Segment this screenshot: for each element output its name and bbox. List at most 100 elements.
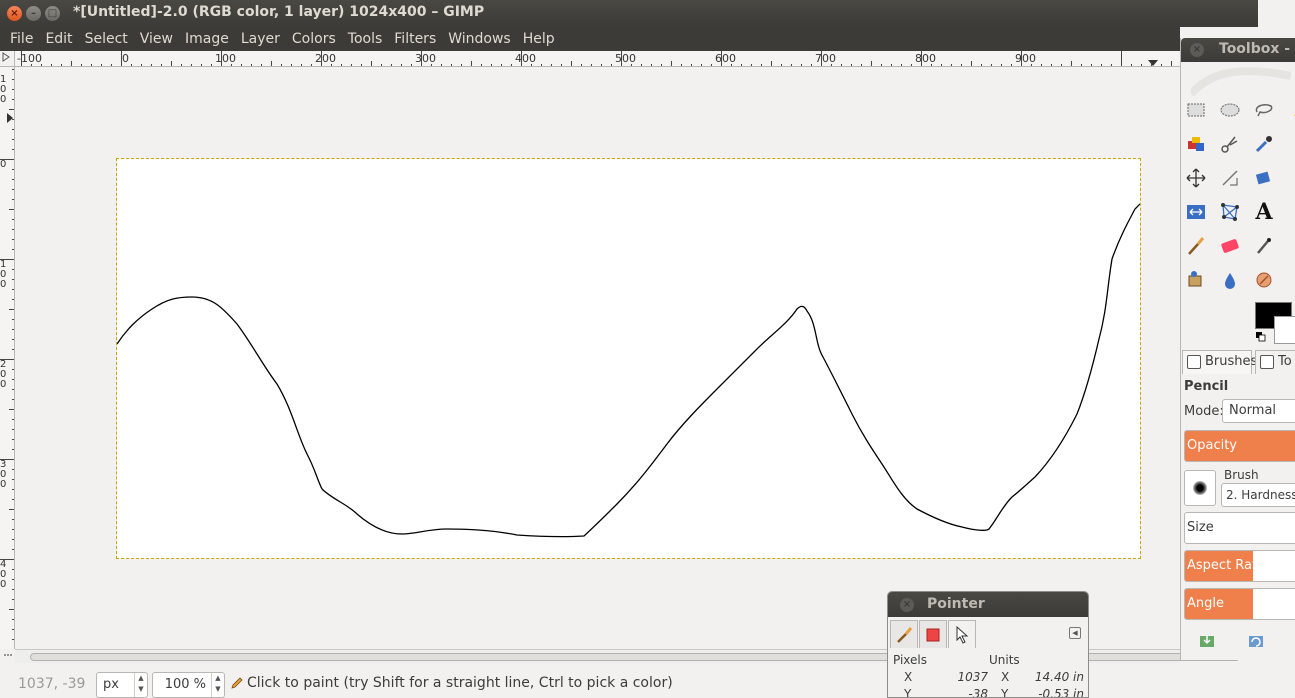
ruler-tick (12, 89, 14, 90)
image-canvas[interactable] (116, 158, 1141, 559)
ruler-tick (12, 599, 14, 600)
airbrush-icon[interactable] (1252, 234, 1276, 258)
gimp-window: × – □ *[Untitled]-2.0 (RGB color, 1 laye… (0, 0, 1295, 698)
ruler-tick (12, 349, 14, 350)
menu-layer[interactable]: Layer (235, 31, 286, 47)
menu-windows[interactable]: Windows (442, 31, 517, 47)
brush-name-field[interactable]: 2. Hardness 0 (1221, 483, 1295, 507)
ruler-tick (1021, 51, 1022, 66)
zoom-selector[interactable]: 100 % ▲ ▼ (152, 672, 225, 698)
minimize-window-button[interactable]: – (26, 6, 41, 21)
ruler-tick (12, 119, 14, 120)
menu-filters[interactable]: Filters (388, 31, 442, 47)
ruler-tick (12, 619, 14, 620)
tool-name: Pencil (1184, 379, 1229, 394)
opacity-slider[interactable]: Opacity (1184, 430, 1295, 462)
text-tool-icon[interactable]: A (1252, 199, 1276, 225)
unified-transform-icon[interactable] (1286, 200, 1295, 224)
unit-arrows[interactable]: ▲ ▼ (134, 673, 147, 697)
brush-dot-icon (1193, 481, 1207, 495)
ruler-tick (0, 159, 14, 160)
unit-selector[interactable]: px ▲ ▼ (96, 672, 148, 698)
clone-icon[interactable] (1286, 234, 1295, 258)
menu-bar: File Edit Select View Image Layer Colors… (0, 27, 1180, 51)
bucket-fill-icon[interactable] (1184, 268, 1208, 292)
toolbox-close-button[interactable]: × (1190, 43, 1204, 57)
menu-colors[interactable]: Colors (286, 31, 342, 47)
ruler-label: 0 (122, 52, 129, 65)
menu-select[interactable]: Select (79, 31, 134, 47)
menu-help[interactable]: Help (517, 31, 561, 47)
angle-slider[interactable]: Angle (1184, 588, 1295, 620)
zoom-icon[interactable] (1286, 132, 1295, 156)
tab-record[interactable] (919, 620, 947, 648)
zoom-arrows[interactable]: ▲ ▼ (211, 673, 224, 697)
menu-image[interactable]: Image (179, 31, 235, 47)
ruler-tick (0, 359, 14, 360)
eraser-icon[interactable] (1218, 234, 1242, 258)
rect-select-icon[interactable] (1184, 98, 1208, 122)
ellipse-select-icon[interactable] (1218, 98, 1242, 122)
paintbrush-icon (897, 626, 913, 643)
units-x-label: X (1001, 670, 1010, 684)
horizontal-ruler[interactable]: -100 0 100 200 300 400 500 600 700 800 9… (15, 51, 1180, 67)
crop-icon[interactable] (1286, 166, 1295, 190)
brush-preview[interactable] (1184, 470, 1216, 506)
tab-pointer[interactable] (948, 620, 976, 648)
menu-file[interactable]: File (4, 31, 39, 47)
ruler-tick (12, 439, 14, 440)
fuzzy-select-icon[interactable] (1286, 98, 1295, 122)
menu-tools[interactable]: Tools (342, 31, 389, 47)
ruler-tick (12, 549, 14, 550)
transform-icon[interactable] (1252, 166, 1276, 190)
canvas-area[interactable] (16, 67, 1180, 649)
cage-transform-icon[interactable] (1218, 200, 1242, 224)
menu-view[interactable]: View (134, 31, 179, 47)
smudge-icon[interactable] (1252, 268, 1276, 292)
units-x-value: 14.40 in (1034, 670, 1084, 684)
ruler-tick (12, 429, 14, 430)
paintbrush-icon[interactable] (1184, 234, 1208, 258)
tab-brushes[interactable]: Brushes (1182, 350, 1257, 374)
ruler-label: 100 (215, 52, 236, 65)
dodge-icon[interactable] (1286, 268, 1295, 292)
ruler-tick (12, 539, 14, 540)
align-icon[interactable] (1218, 166, 1242, 190)
blur-icon[interactable] (1218, 268, 1242, 292)
scissors-icon[interactable] (1218, 132, 1242, 156)
color-picker-icon[interactable] (1252, 132, 1276, 156)
vertical-ruler[interactable]: 1 0 0 0 1 0 0 2 0 0 3 0 0 4 0 0 (0, 67, 15, 649)
mode-select[interactable]: Normal (1222, 399, 1295, 423)
ruler-tick (9, 209, 14, 210)
navigate-button[interactable] (1, 649, 15, 663)
menu-edit[interactable]: Edit (39, 31, 78, 47)
ruler-tick (12, 269, 14, 270)
ruler-marker-icon (1148, 60, 1158, 66)
tab-tool-options-label: To (1278, 354, 1292, 369)
pointer-close-button[interactable]: × (900, 598, 914, 612)
move-icon[interactable] (1184, 166, 1208, 190)
restore-options-icon[interactable] (1247, 633, 1265, 649)
maximize-window-button[interactable]: □ (45, 6, 60, 21)
ruler-label: 300 (415, 52, 436, 65)
pointer-menu-button[interactable]: ◀ (1069, 627, 1081, 639)
ruler-tick (12, 129, 14, 130)
size-slider[interactable]: Size (1184, 512, 1295, 544)
tab-tool-options[interactable]: To (1255, 350, 1295, 374)
menu-arrow-icon (2, 52, 10, 62)
background-color-swatch[interactable] (1274, 316, 1295, 344)
close-window-button[interactable]: × (7, 6, 22, 21)
default-colors-icon[interactable] (1256, 332, 1266, 342)
ruler-tick (12, 279, 14, 280)
ruler-tick (121, 51, 122, 66)
flip-icon[interactable] (1184, 200, 1208, 224)
ruler-tick (12, 389, 14, 390)
aspect-ratio-slider[interactable]: Aspect Ratio (1184, 550, 1295, 582)
lasso-icon[interactable] (1252, 98, 1276, 122)
dots-icon (4, 654, 12, 656)
select-by-color-icon[interactable] (1184, 132, 1208, 156)
dock-tabs: Brushes To (1181, 348, 1295, 374)
quick-mask-corner[interactable] (0, 51, 15, 67)
tab-paintbrush[interactable] (890, 620, 918, 648)
save-options-icon[interactable] (1198, 633, 1216, 649)
